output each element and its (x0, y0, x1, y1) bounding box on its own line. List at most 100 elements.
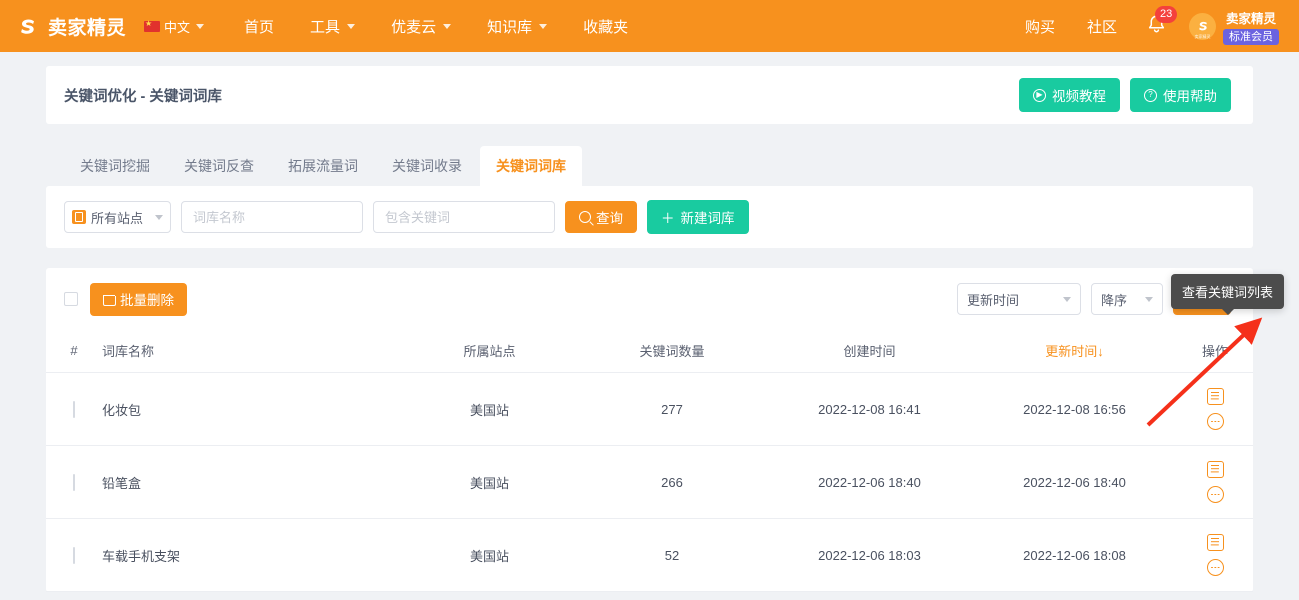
sort-field-value: 更新时间 (967, 290, 1019, 309)
table-header-row: # 词库名称 所属站点 关键词数量 创建时间 更新时间↓ 操作 (46, 330, 1253, 373)
tab-keyword-mining-label: 关键词挖掘 (80, 158, 150, 174)
tab-keyword-library[interactable]: 关键词词库 (480, 146, 582, 186)
library-name-input[interactable] (181, 201, 363, 233)
list-document-icon[interactable] (1207, 388, 1224, 405)
play-circle-icon: ▶ (1033, 89, 1046, 102)
user-account-menu[interactable]: 卖家精灵 卖家精灵 标准会员 (1179, 8, 1285, 45)
row-keyword-count: 52 (577, 519, 767, 592)
row-checkbox[interactable] (73, 547, 75, 564)
tab-expand-traffic-words[interactable]: 拓展流量词 (272, 146, 374, 186)
row-library-name: 铅笔盒 (102, 446, 402, 519)
select-all-checkbox[interactable] (64, 292, 78, 306)
chevron-down-icon (1063, 297, 1071, 302)
batch-delete-button[interactable]: 批量删除 (90, 283, 187, 316)
row-actions-cell (1177, 519, 1253, 592)
list-document-icon[interactable] (1207, 461, 1224, 478)
row-library-name: 车载手机支架 (102, 519, 402, 592)
nav-item-favorites[interactable]: 收藏夹 (565, 0, 646, 52)
language-switcher[interactable]: 中文 (144, 17, 204, 36)
language-label: 中文 (164, 17, 190, 36)
notification-count-badge: 23 (1155, 6, 1177, 23)
avatar: 卖家精灵 (1189, 13, 1216, 40)
brand-name: 卖家精灵 (48, 13, 126, 40)
create-library-label: 新建词库 (681, 207, 735, 227)
column-header-created: 创建时间 (767, 330, 972, 373)
more-dots-circle-icon[interactable] (1207, 559, 1224, 576)
column-header-updated[interactable]: 更新时间↓ (972, 330, 1177, 373)
plus-icon: ＋ (661, 207, 675, 227)
column-header-name: 词库名称 (102, 330, 402, 373)
site-flag-icon (72, 210, 86, 224)
video-tutorial-button[interactable]: ▶ 视频教程 (1019, 78, 1120, 112)
row-actions-cell (1177, 373, 1253, 446)
nav-item-purchase-label: 购买 (1025, 16, 1055, 37)
more-dots-circle-icon[interactable] (1207, 413, 1224, 430)
nav-item-knowledge-label: 知识库 (487, 16, 532, 37)
table-row[interactable]: 化妆包 美国站 277 2022-12-08 16:41 2022-12-08 … (46, 373, 1253, 446)
nav-item-home[interactable]: 首页 (226, 0, 292, 52)
chevron-down-icon (196, 24, 204, 29)
keyword-library-table-card: 批量删除 更新时间 降序 确定 # 词库名称 所属站点 (46, 268, 1253, 592)
chevron-down-icon (347, 24, 355, 29)
tooltip-view-keyword-list: 查看关键词列表 (1171, 274, 1284, 309)
nav-item-youmaiyun-label: 优麦云 (391, 16, 436, 37)
tooltip-text: 查看关键词列表 (1182, 285, 1273, 300)
video-tutorial-label: 视频教程 (1052, 85, 1106, 105)
nav-item-tools[interactable]: 工具 (292, 0, 373, 52)
row-keyword-count: 277 (577, 373, 767, 446)
nav-item-tools-label: 工具 (310, 16, 340, 37)
nav-item-purchase[interactable]: 购买 (1009, 0, 1071, 52)
nav-item-favorites-label: 收藏夹 (583, 16, 628, 37)
sort-order-select[interactable]: 降序 (1091, 283, 1163, 315)
row-checkbox[interactable] (73, 401, 75, 418)
row-updated-time: 2022-12-08 16:56 (972, 373, 1177, 446)
site-select-value: 所有站点 (91, 208, 143, 227)
sort-field-select[interactable]: 更新时间 (957, 283, 1081, 315)
table-body: 化妆包 美国站 277 2022-12-08 16:41 2022-12-08 … (46, 373, 1253, 592)
row-checkbox-cell (46, 446, 102, 519)
page-header-card: 关键词优化 - 关键词词库 ▶ 视频教程 ? 使用帮助 (46, 66, 1253, 124)
table-row[interactable]: 车载手机支架 美国站 52 2022-12-06 18:03 2022-12-0… (46, 519, 1253, 592)
tabs-and-filter-section: 关键词挖掘 关键词反查 拓展流量词 关键词收录 关键词词库 所有站点 (46, 146, 1253, 248)
row-checkbox[interactable] (73, 474, 75, 491)
create-library-button[interactable]: ＋ 新建词库 (647, 200, 749, 234)
nav-item-youmaiyun[interactable]: 优麦云 (373, 0, 469, 52)
notifications-button[interactable]: 23 (1133, 0, 1179, 52)
column-header-site: 所属站点 (402, 330, 577, 373)
row-created-time: 2022-12-06 18:03 (767, 519, 972, 592)
tab-bar: 关键词挖掘 关键词反查 拓展流量词 关键词收录 关键词词库 (46, 146, 1253, 186)
row-checkbox-cell (46, 519, 102, 592)
list-document-icon[interactable] (1207, 534, 1224, 551)
keyword-library-table: # 词库名称 所属站点 关键词数量 创建时间 更新时间↓ 操作 化妆包 美国站 … (46, 330, 1253, 592)
table-row[interactable]: 铅笔盒 美国站 266 2022-12-06 18:40 2022-12-06 … (46, 446, 1253, 519)
tab-keyword-indexing[interactable]: 关键词收录 (376, 146, 478, 186)
row-actions-cell (1177, 446, 1253, 519)
tab-keyword-reverse-lookup-label: 关键词反查 (184, 158, 254, 174)
tab-keyword-mining[interactable]: 关键词挖掘 (64, 146, 166, 186)
chevron-down-icon (155, 215, 163, 220)
row-created-time: 2022-12-06 18:40 (767, 446, 972, 519)
chevron-down-icon (443, 24, 451, 29)
tab-keyword-reverse-lookup[interactable]: 关键词反查 (168, 146, 270, 186)
contains-keyword-input[interactable] (373, 201, 555, 233)
chevron-down-icon (539, 24, 547, 29)
nav-item-knowledge[interactable]: 知识库 (469, 0, 565, 52)
row-site: 美国站 (402, 519, 577, 592)
column-header-index: # (46, 330, 102, 373)
nav-right-group: 购买 社区 23 卖家精灵 卖家精灵 标准会员 (1009, 0, 1285, 52)
more-dots-circle-icon[interactable] (1207, 486, 1224, 503)
help-button[interactable]: ? 使用帮助 (1130, 78, 1231, 112)
top-navigation-bar: 卖家精灵 中文 首页 工具 优麦云 知识库 收藏夹 购买 社区 (0, 0, 1299, 52)
nav-item-community[interactable]: 社区 (1071, 0, 1133, 52)
site-select[interactable]: 所有站点 (64, 201, 171, 233)
tab-keyword-indexing-label: 关键词收录 (392, 158, 462, 174)
sort-order-value: 降序 (1101, 290, 1127, 309)
page-header-actions: ▶ 视频教程 ? 使用帮助 (1019, 78, 1231, 112)
tab-keyword-library-label: 关键词词库 (496, 158, 566, 174)
row-site: 美国站 (402, 373, 577, 446)
search-button[interactable]: 查询 (565, 201, 637, 233)
column-header-count: 关键词数量 (577, 330, 767, 373)
brand-logo-link[interactable]: 卖家精灵 (14, 13, 126, 40)
user-name: 卖家精灵 (1226, 8, 1276, 27)
column-header-actions: 操作 (1177, 330, 1253, 373)
